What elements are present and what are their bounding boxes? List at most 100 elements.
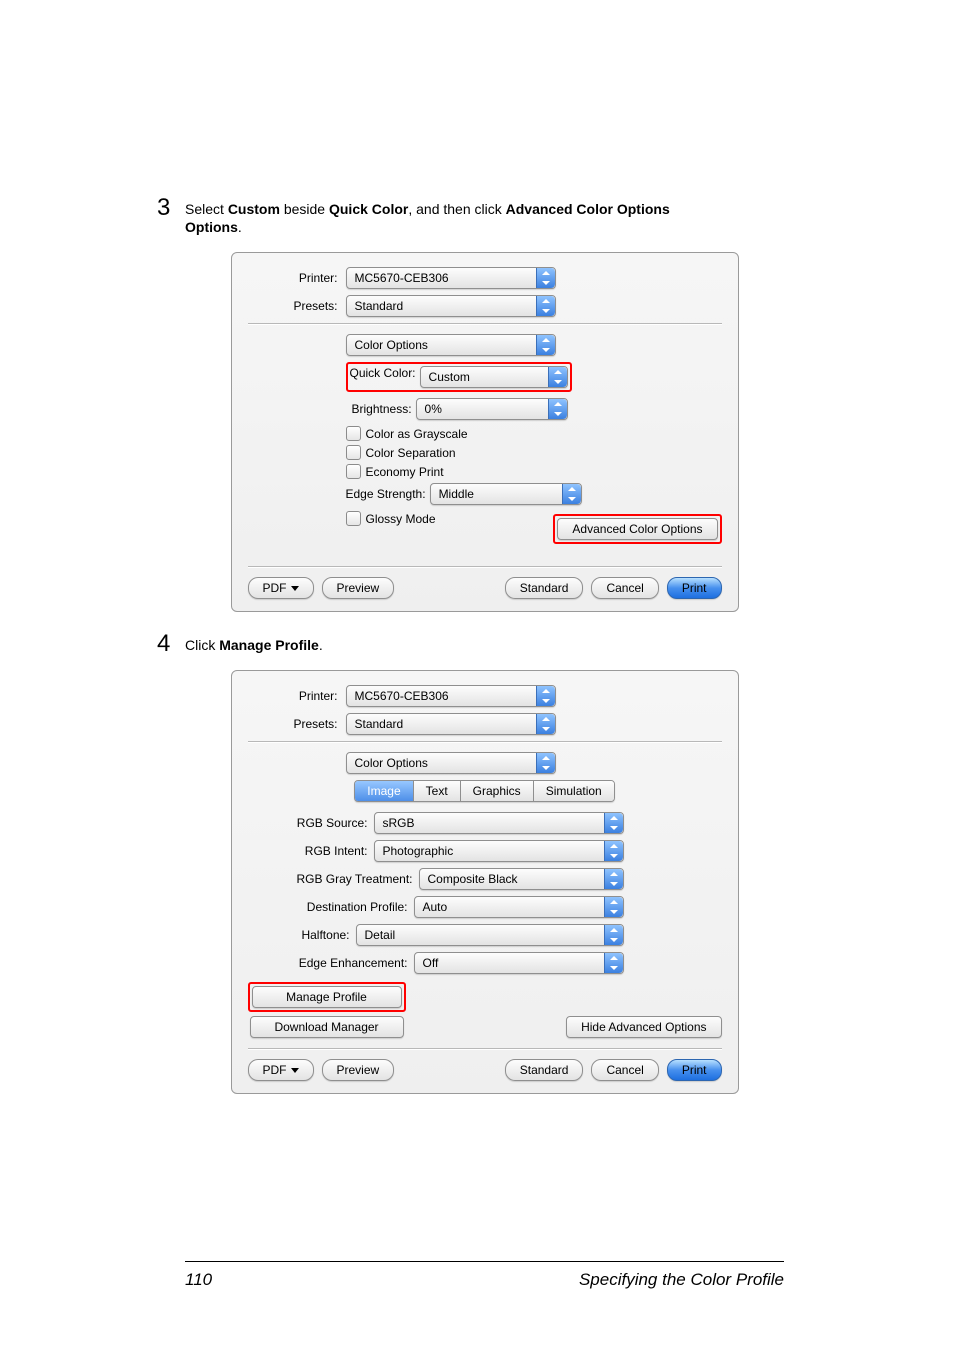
preview-button[interactable]: Preview	[322, 1059, 395, 1081]
print-button[interactable]: Print	[667, 577, 722, 599]
updown-icon	[536, 268, 555, 288]
tab-text[interactable]: Text	[414, 781, 461, 801]
tab-graphics-label: Graphics	[473, 784, 521, 798]
cancel-button[interactable]: Cancel	[591, 1059, 658, 1081]
standard-button[interactable]: Standard	[505, 1059, 584, 1081]
dest-text: Auto	[423, 900, 596, 914]
tabs: Image Text Graphics Simulation	[354, 780, 614, 802]
divider	[248, 1048, 722, 1049]
cancel-label: Cancel	[606, 1063, 643, 1077]
updown-icon	[536, 714, 555, 734]
checkbox-icon	[346, 511, 361, 526]
standard-button[interactable]: Standard	[505, 577, 584, 599]
updown-icon	[536, 686, 555, 706]
cb-separation[interactable]: Color Separation	[346, 445, 722, 460]
cb-economy[interactable]: Economy Print	[346, 464, 722, 479]
brightness-label: Brightness:	[352, 402, 412, 416]
presets-label: Presets:	[248, 299, 346, 313]
image-settings: RGB Source: sRGB RGB Intent: Photographi…	[288, 812, 722, 974]
dest-select[interactable]: Auto	[414, 896, 624, 918]
advanced-btn-label: Advanced Color Options	[572, 522, 702, 536]
rgb-intent-label: RGB Intent:	[288, 844, 374, 858]
preview-button[interactable]: Preview	[322, 577, 395, 599]
cb-grayscale[interactable]: Color as Grayscale	[346, 426, 722, 441]
rgb-intent-row: RGB Intent: Photographic	[288, 840, 722, 862]
step-4: 4 Click Manage Profile.	[185, 636, 784, 654]
manage-profile-button[interactable]: Manage Profile	[252, 986, 402, 1008]
presets-select-text: Standard	[355, 717, 528, 731]
halftone-label: Halftone:	[288, 928, 356, 942]
tab-image-label: Image	[367, 784, 400, 798]
edge-select[interactable]: Middle	[430, 483, 582, 505]
printer-select[interactable]: MC5670-CEB306	[346, 267, 556, 289]
download-manager-label: Download Manager	[274, 1020, 378, 1034]
footer-right: Standard Cancel Print	[505, 1059, 722, 1081]
halftone-text: Detail	[365, 928, 596, 942]
rgb-source-select[interactable]: sRGB	[374, 812, 624, 834]
step-4-t1: Click	[185, 637, 219, 653]
printer-label: Printer:	[248, 271, 346, 285]
cancel-label: Cancel	[606, 581, 643, 595]
profile-buttons-row: Manage Profile Download Manager Hide Adv…	[248, 982, 722, 1038]
hide-advanced-label: Hide Advanced Options	[581, 1020, 706, 1034]
tab-simulation[interactable]: Simulation	[534, 781, 614, 801]
updown-icon	[604, 897, 623, 917]
printer-select[interactable]: MC5670-CEB306	[346, 685, 556, 707]
edge-row: Edge Strength: Middle	[346, 483, 722, 505]
presets-select-text: Standard	[355, 299, 528, 313]
step-4-t2: .	[319, 637, 323, 653]
section-select-text: Color Options	[355, 338, 528, 352]
advanced-color-options-button[interactable]: Advanced Color Options	[557, 518, 717, 540]
print-button[interactable]: Print	[667, 1059, 722, 1081]
page-number: 110	[185, 1270, 212, 1290]
edge-enh-text: Off	[423, 956, 596, 970]
section-select[interactable]: Color Options	[346, 752, 556, 774]
hide-advanced-button[interactable]: Hide Advanced Options	[566, 1016, 721, 1038]
updown-icon	[604, 925, 623, 945]
brightness-row: Brightness: 0%	[346, 398, 722, 420]
edge-text: Middle	[439, 487, 554, 501]
rgb-intent-select[interactable]: Photographic	[374, 840, 624, 862]
step-3-b3: Advanced Color Options	[506, 201, 670, 217]
updown-icon	[536, 296, 555, 316]
halftone-select[interactable]: Detail	[356, 924, 624, 946]
dest-profile-row: Destination Profile: Auto	[288, 896, 722, 918]
updown-icon	[536, 335, 555, 355]
checkbox-icon	[346, 426, 361, 441]
tab-image[interactable]: Image	[355, 781, 413, 801]
quick-color-select[interactable]: Custom	[420, 366, 568, 388]
updown-icon	[548, 399, 567, 419]
step-3-t4: .	[238, 219, 242, 235]
rgb-source-text: sRGB	[383, 816, 596, 830]
updown-icon	[604, 813, 623, 833]
presets-select[interactable]: Standard	[346, 295, 556, 317]
divider	[248, 741, 722, 742]
dest-label: Destination Profile:	[288, 900, 414, 914]
cancel-button[interactable]: Cancel	[591, 577, 658, 599]
download-manager-button[interactable]: Download Manager	[250, 1016, 404, 1038]
chevron-down-icon	[291, 586, 299, 591]
printer-select-text: MC5670-CEB306	[355, 689, 528, 703]
edge-enh-select[interactable]: Off	[414, 952, 624, 974]
rgb-gray-select[interactable]: Composite Black	[419, 868, 624, 890]
footer-left: PDF Preview	[248, 577, 395, 599]
print-label: Print	[682, 1063, 707, 1077]
step-4-text: Click Manage Profile.	[185, 636, 784, 654]
brightness-select[interactable]: 0%	[416, 398, 568, 420]
section-select[interactable]: Color Options	[346, 334, 556, 356]
presets-select[interactable]: Standard	[346, 713, 556, 735]
tab-graphics[interactable]: Graphics	[461, 781, 534, 801]
edge-label: Edge Strength:	[346, 487, 426, 501]
pdf-dropdown[interactable]: PDF	[248, 577, 314, 599]
step-3-b2: Quick Color	[329, 201, 408, 217]
highlight-quick-color: Quick Color: Custom	[346, 362, 572, 392]
quick-color-label: Quick Color:	[350, 366, 416, 388]
print-dialog-1: Printer: MC5670-CEB306 Presets: Standard…	[231, 252, 739, 612]
dialog1-footer: PDF Preview Standard Cancel Print	[248, 577, 722, 599]
updown-icon	[604, 953, 623, 973]
pdf-dropdown[interactable]: PDF	[248, 1059, 314, 1081]
section-row: Color Options	[248, 334, 722, 356]
footer-left: PDF Preview	[248, 1059, 395, 1081]
tabs-row: Image Text Graphics Simulation	[248, 780, 722, 802]
rgb-intent-text: Photographic	[383, 844, 596, 858]
